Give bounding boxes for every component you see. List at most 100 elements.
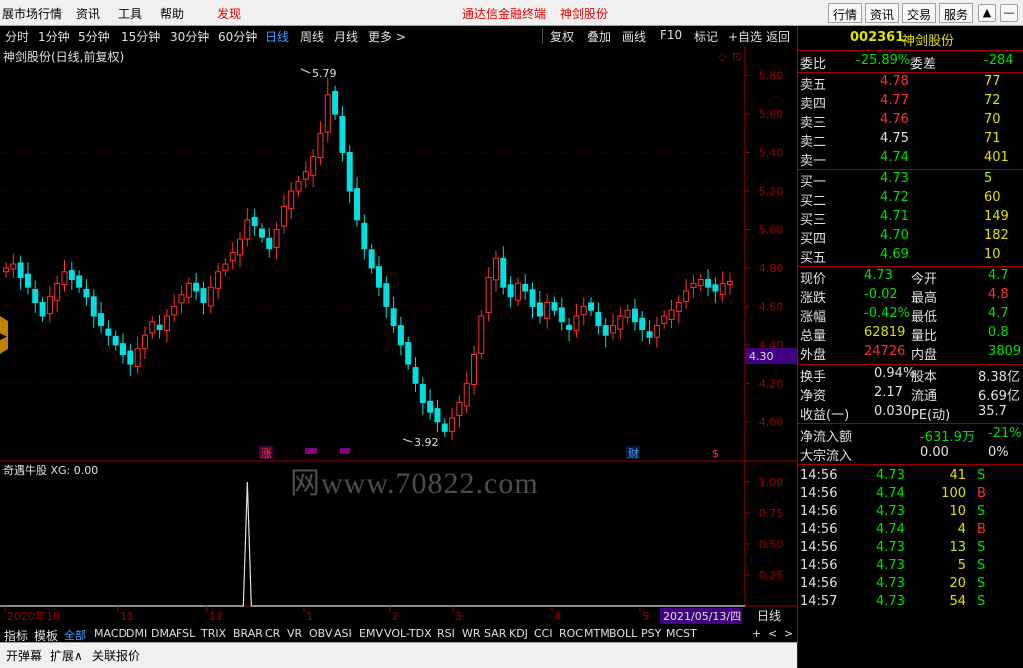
quote-button[interactable]: 行情: [828, 3, 863, 23]
candle-up: [134, 348, 141, 367]
candle-up: [544, 302, 551, 319]
indicator-tab[interactable]: 全部: [64, 627, 86, 643]
indicator-tab[interactable]: MCST: [666, 627, 697, 640]
candle-up: [580, 305, 587, 316]
mark-button[interactable]: 标记: [694, 28, 718, 45]
menu-market[interactable]: 展市场行情: [2, 5, 62, 22]
cai-marker[interactable]: 财: [628, 446, 639, 460]
indicator-tab[interactable]: VOL-TDX: [384, 627, 432, 640]
add-watchlist-button[interactable]: +自选: [728, 28, 762, 45]
indicator-tab[interactable]: CR: [265, 627, 280, 640]
related-quotes[interactable]: 关联报价: [92, 647, 140, 664]
service-button[interactable]: 服务: [939, 3, 974, 23]
period-15min[interactable]: 15分钟: [121, 28, 160, 45]
indicator-tab[interactable]: ASI: [334, 627, 352, 640]
indicator-tab[interactable]: CCI: [534, 627, 553, 640]
indicator-tab[interactable]: SAR: [484, 627, 506, 640]
date-tick-label: 2020年10: [7, 609, 60, 623]
tick-price: 4.74: [876, 522, 905, 537]
overlay-button[interactable]: 叠加: [587, 28, 611, 45]
tick-row[interactable]: 14:56 4.73 13 S: [798, 540, 1023, 558]
period-30min[interactable]: 30分钟: [170, 28, 209, 45]
back-button[interactable]: 返回: [766, 28, 790, 45]
fundamental-row: 换手 0.94% 股本 8.38亿: [798, 366, 1023, 385]
period-60min[interactable]: 60分钟: [218, 28, 257, 45]
tick-price: 4.73: [876, 468, 905, 483]
diamond-icon[interactable]: ◇: [718, 50, 727, 63]
kline-chart[interactable]: 神剑股份(日线,前复权) ◇ ⊡ 5.80 5.60 5.40 5.20 5.00 4.8…: [0, 46, 797, 626]
zhang-marker[interactable]: 涨: [261, 447, 272, 460]
candle-up: [653, 325, 660, 338]
indicator-tab[interactable]: BOLL: [609, 627, 637, 640]
dollar-marker[interactable]: $: [712, 447, 719, 460]
period-5min[interactable]: 5分钟: [78, 28, 110, 45]
tick-row[interactable]: 14:56 4.74 100 B: [798, 486, 1023, 504]
ask-price: 4.76: [880, 112, 909, 127]
period-1min[interactable]: 1分钟: [38, 28, 70, 45]
status-bar: 开弹幕 扩展∧ 关联报价: [0, 642, 797, 668]
price-tick-label: 4.80: [759, 262, 784, 275]
trade-button[interactable]: 交易: [902, 3, 937, 23]
tick-row[interactable]: 14:56 4.73 41 S: [798, 468, 1023, 486]
period-daily[interactable]: 日线: [265, 28, 289, 45]
tick-row[interactable]: 14:56 4.74 4 B: [798, 522, 1023, 540]
draw-line-button[interactable]: 画线: [622, 28, 646, 45]
indicator-tick-label: 0.25: [759, 569, 784, 582]
tick-side: S: [977, 594, 986, 609]
indicator-tab[interactable]: DMA: [151, 627, 177, 640]
menu-news[interactable]: 资讯: [76, 5, 100, 22]
menu-tools[interactable]: 工具: [118, 5, 142, 22]
tick-row[interactable]: 14:56 4.73 20 S: [798, 576, 1023, 594]
app-title: 通达信金融终端: [462, 7, 547, 21]
indicator-tab[interactable]: EMV: [359, 627, 383, 640]
indicator-tab[interactable]: VR: [287, 627, 302, 640]
indicator-tab[interactable]: WR: [462, 627, 481, 640]
indicator-tab[interactable]: DMI: [126, 627, 147, 640]
indicator-tab[interactable]: BRAR: [233, 627, 263, 640]
indicator-tab[interactable]: KDJ: [509, 627, 528, 640]
stat-label: 内盘: [911, 348, 938, 363]
period-intraday[interactable]: 分时: [5, 28, 29, 45]
adjust-button[interactable]: 复权: [550, 28, 574, 45]
indicator-tab-nav[interactable]: +: [752, 627, 761, 640]
candle-down: [266, 237, 273, 250]
ask-volume: 72: [984, 93, 1001, 108]
side-arrow-icon: ▶: [0, 332, 7, 342]
candle-down: [631, 308, 638, 323]
candle-down: [76, 275, 83, 288]
tick-row[interactable]: 14:57 4.73 54 S: [798, 594, 1023, 612]
expand-toggle[interactable]: 扩展∧: [50, 647, 83, 664]
candle-up: [46, 296, 53, 315]
candle-up: [478, 315, 485, 354]
indicator-tab[interactable]: OBV: [309, 627, 332, 640]
candle-up: [573, 315, 580, 332]
fundamental-label: 流通: [911, 389, 938, 404]
menu-help[interactable]: 帮助: [160, 5, 184, 22]
indicator-tab[interactable]: ROC: [559, 627, 583, 640]
collapse-icon[interactable]: ▲: [978, 4, 996, 22]
indicator-tab[interactable]: FSL: [176, 627, 195, 640]
f10-button[interactable]: F10: [660, 28, 682, 42]
indicator-tab-nav[interactable]: >: [784, 627, 793, 640]
bid-volume: 5: [984, 171, 993, 186]
period-weekly[interactable]: 周线: [300, 28, 324, 45]
tick-row[interactable]: 14:56 4.73 10 S: [798, 504, 1023, 522]
period-more[interactable]: 更多 >: [368, 28, 406, 45]
minimize-icon[interactable]: —: [1000, 4, 1018, 22]
tick-row[interactable]: 14:56 4.73 5 S: [798, 558, 1023, 576]
danmaku-toggle[interactable]: 开弹幕: [6, 647, 42, 664]
expand-icon[interactable]: ⊡: [732, 50, 741, 63]
candle-down: [419, 383, 426, 404]
divider: [798, 72, 1023, 73]
url-watermark: 网www.70822.com: [290, 467, 539, 500]
menu-discover[interactable]: 发现: [217, 5, 241, 22]
news-button[interactable]: 资讯: [865, 3, 900, 23]
indicator-tab[interactable]: PSY: [641, 627, 661, 640]
indicator-tab-nav[interactable]: <: [768, 627, 777, 640]
indicator-tab[interactable]: TRIX: [201, 627, 226, 640]
period-monthly[interactable]: 月线: [334, 28, 358, 45]
bid-price: 4.72: [880, 190, 909, 205]
indicator-tab[interactable]: MTM: [584, 627, 610, 640]
indicator-tab[interactable]: MACD: [94, 627, 127, 640]
indicator-tab[interactable]: RSI: [437, 627, 455, 640]
